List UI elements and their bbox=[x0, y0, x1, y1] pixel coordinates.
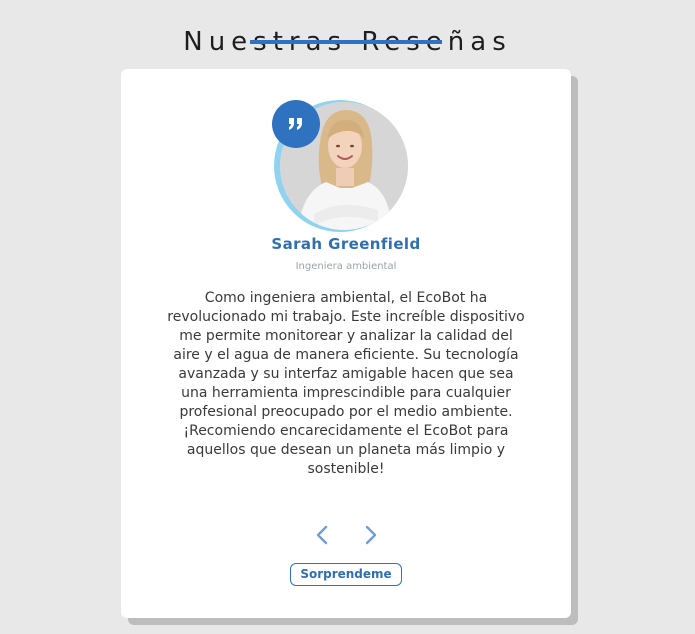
review-card: Sarah Greenfield Ingeniera ambiental Com… bbox=[121, 69, 571, 618]
reviewer-role: Ingeniera ambiental bbox=[295, 261, 397, 272]
next-button[interactable] bbox=[363, 525, 379, 545]
title-underline bbox=[250, 40, 442, 44]
previous-button[interactable] bbox=[314, 525, 330, 545]
quote-icon bbox=[272, 100, 320, 148]
chevron-left-icon bbox=[316, 525, 328, 545]
surprise-button[interactable]: Sorprendeme bbox=[290, 563, 402, 586]
reviewer-name: Sarah Greenfield bbox=[271, 235, 421, 253]
review-text: Como ingeniera ambiental, el EcoBot ha r… bbox=[167, 290, 525, 477]
chevron-right-icon bbox=[365, 525, 377, 545]
